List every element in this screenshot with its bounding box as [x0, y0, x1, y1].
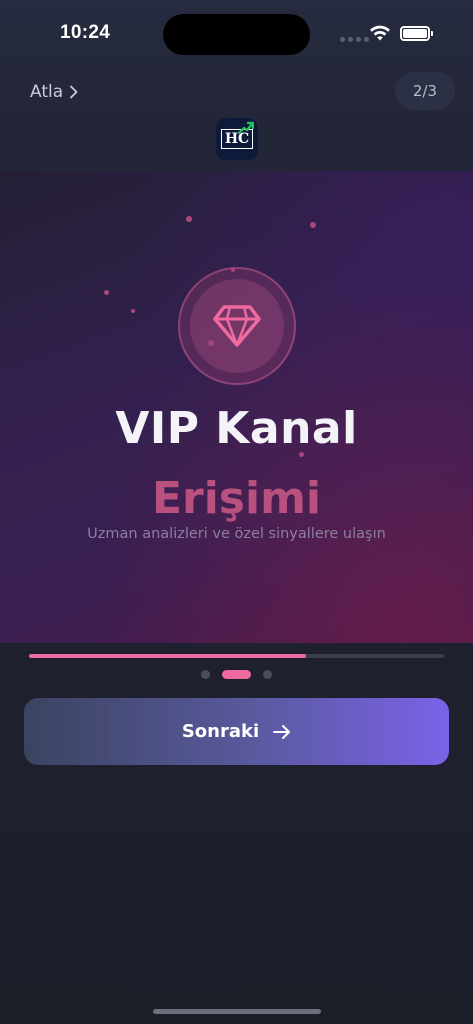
cellular-signal-icon [340, 37, 369, 42]
diamond-icon [213, 305, 261, 347]
home-indicator[interactable] [153, 1009, 321, 1014]
hero-subtitle: Erişimi [151, 473, 322, 524]
wifi-icon [370, 25, 390, 41]
next-button-label: Sonraki [181, 721, 260, 742]
skip-label: Atla [30, 82, 64, 102]
dynamic-island [163, 14, 310, 55]
status-time: 10:24 [60, 22, 111, 43]
onboarding-screen: 10:24 Atla 2/3 HC VIP Kanal Erişimi Uzma… [0, 0, 473, 1024]
hero-card: VIP Kanal Erişimi Uzman analizleri ve öz… [0, 171, 473, 643]
page-dot-1[interactable] [201, 670, 210, 679]
page-dot-3[interactable] [263, 670, 272, 679]
particle [104, 290, 109, 295]
particle [131, 309, 135, 313]
skip-button[interactable]: Atla [30, 78, 79, 106]
arrow-right-icon [273, 724, 291, 739]
chevron-right-icon [70, 85, 78, 99]
app-logo: HC [216, 118, 258, 160]
hero-description: Uzman analizleri ve özel sinyallere ulaş… [87, 526, 386, 542]
page-dots [0, 670, 473, 679]
particle [186, 216, 192, 222]
trend-arrow-icon [238, 121, 254, 135]
battery-icon [400, 26, 433, 41]
progress-bar [29, 654, 444, 658]
particle [310, 222, 316, 228]
page-dot-2[interactable] [222, 670, 251, 679]
hero-title: VIP Kanal [115, 403, 358, 454]
progress-bar-fill [29, 654, 306, 658]
next-button[interactable]: Sonraki [24, 698, 449, 765]
page-indicator-badge: 2/3 [395, 72, 455, 110]
page-indicator-text: 2/3 [412, 82, 438, 100]
status-bar: 10:24 [0, 0, 473, 64]
icon-ring [178, 267, 296, 385]
